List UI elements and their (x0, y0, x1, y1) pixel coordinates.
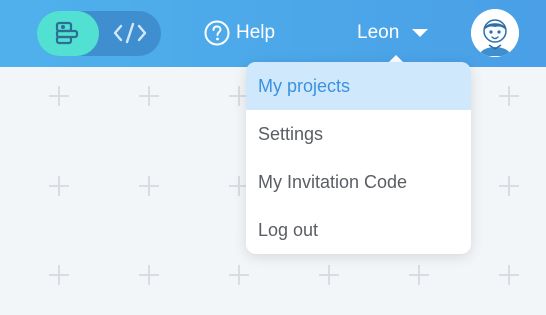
plus-icon (139, 86, 159, 106)
editor-mode-toggle[interactable] (37, 11, 161, 56)
plus-icon (139, 176, 159, 196)
plus-icon (319, 265, 339, 285)
code-icon (113, 22, 147, 44)
caret-down-icon (412, 29, 429, 37)
plus-icon (49, 176, 69, 196)
plus-icon (499, 86, 519, 106)
code-editor-button[interactable] (99, 11, 161, 56)
plus-icon (499, 265, 519, 285)
plus-icon (139, 265, 159, 285)
help-label: Help (236, 22, 276, 43)
block-editor-icon (55, 21, 79, 45)
user-name: Leon (357, 22, 400, 43)
plus-icon (409, 265, 429, 285)
user-avatar-icon (471, 9, 519, 57)
plus-icon (49, 86, 69, 106)
help-link[interactable]: Help (204, 20, 275, 46)
plus-icon (499, 176, 519, 196)
plus-icon (49, 265, 69, 285)
block-editor-button[interactable] (37, 11, 99, 56)
menu-item-settings[interactable]: Settings (246, 110, 471, 158)
top-header: Help Leon (0, 0, 546, 67)
avatar[interactable] (471, 9, 519, 57)
help-icon (204, 20, 230, 46)
user-menu-trigger[interactable]: Leon (357, 20, 429, 46)
menu-item-my-projects[interactable]: My projects (246, 62, 471, 110)
menu-item-log-out[interactable]: Log out (246, 206, 471, 254)
menu-item-invitation-code[interactable]: My Invitation Code (246, 158, 471, 206)
plus-icon (229, 265, 249, 285)
user-dropdown-menu: My projects Settings My Invitation Code … (246, 62, 471, 254)
